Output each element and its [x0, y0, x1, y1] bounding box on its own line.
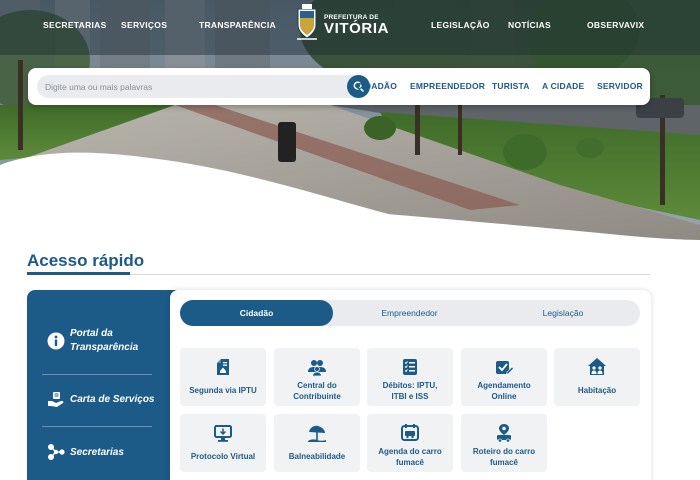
- tile-label: Roteiro do carro: [472, 447, 536, 456]
- profile-link-empreendedor[interactable]: EMPREENDEDOR: [410, 81, 485, 91]
- sidebar-divider: [42, 426, 152, 427]
- tile-agendamento-online[interactable]: Agendamento Online: [461, 348, 547, 406]
- search-bar: CIDADÃO EMPREENDEDOR TURISTA A CIDADE SE…: [28, 68, 650, 105]
- profile-tabs: Cidadão Empreendedor Legislação: [180, 300, 640, 326]
- top-navigation: SECRETARIAS SERVIÇOS TRANSPARÊNCIA PREFE…: [0, 0, 700, 52]
- tile-label: Segunda via IPTU: [189, 386, 257, 395]
- sidebar-divider: [42, 374, 152, 375]
- tile-label: Agenda do carro: [378, 447, 442, 456]
- van-calendar-icon: [401, 424, 419, 441]
- sidebar-item-label: Portal da: [70, 328, 113, 339]
- nav-secretarias[interactable]: SECRETARIAS: [43, 20, 107, 30]
- checklist-icon: [403, 359, 417, 375]
- quick-links-sidebar: Portal da Transparência Carta de Serviço…: [27, 290, 187, 480]
- prefeitura-logo[interactable]: PREFEITURA DE VITÓRIA: [294, 3, 388, 43]
- profile-link-servidor[interactable]: SERVIDOR: [597, 81, 643, 91]
- tile-label: Balneabilidade: [288, 452, 346, 461]
- tile-label: Protocolo Virtual: [190, 452, 256, 461]
- profile-link-cidadao[interactable]: CIDADÃO: [356, 81, 397, 91]
- tile-debitos[interactable]: Débitos: IPTU, ITBI e ISS: [367, 348, 453, 406]
- tab-cidadao[interactable]: Cidadão: [180, 300, 333, 326]
- hero-banner: SECRETARIAS SERVIÇOS TRANSPARÊNCIA PREFE…: [0, 0, 700, 245]
- tab-legislacao[interactable]: Legislação: [486, 300, 640, 326]
- logo-title: VITÓRIA: [324, 20, 390, 37]
- tile-habitacao[interactable]: Habitação: [554, 348, 640, 406]
- profile-link-turista[interactable]: TURISTA: [492, 81, 530, 91]
- van-location-icon: [497, 424, 511, 443]
- tile-label-2: Online: [491, 392, 517, 401]
- sidebar-item-label: Secretarias: [70, 447, 124, 458]
- nav-legislacao[interactable]: LEGISLAÇÃO: [431, 20, 490, 30]
- tile-protocolo-virtual[interactable]: Protocolo Virtual: [180, 414, 266, 472]
- network-icon: [48, 444, 65, 460]
- nav-noticias[interactable]: NOTÍCIAS: [508, 20, 551, 30]
- page: SECRETARIAS SERVIÇOS TRANSPARÊNCIA PREFE…: [0, 0, 700, 480]
- coat-of-arms-icon: [297, 4, 317, 40]
- tile-roteiro-carro-fumace[interactable]: Roteiro do carro fumacê: [461, 414, 547, 472]
- sidebar-item-secretarias[interactable]: Secretarias: [27, 443, 182, 463]
- tile-label: Agendamento: [477, 381, 531, 390]
- tile-agenda-carro-fumace[interactable]: Agenda do carro fumacê: [367, 414, 453, 472]
- info-icon: [47, 332, 65, 350]
- tile-label: Habitação: [577, 386, 617, 395]
- tile-label-2: fumacê: [489, 458, 518, 467]
- nav-observavix[interactable]: OBSERVAVIX: [587, 20, 644, 30]
- tab-empreendedor[interactable]: Empreendedor: [333, 300, 486, 326]
- tile-label: Central do: [297, 381, 337, 390]
- tile-balneabilidade[interactable]: Balneabilidade: [274, 414, 360, 472]
- beach-umbrella-icon: [308, 425, 326, 442]
- people-icon: [308, 360, 326, 377]
- hand-service-icon: [48, 392, 64, 407]
- section-title: Acesso rápido: [27, 251, 145, 270]
- monitor-icon: [214, 425, 232, 442]
- tile-label: Débitos: IPTU,: [382, 381, 438, 390]
- search-field: [37, 75, 370, 98]
- sidebar-item-portal-transparencia[interactable]: Portal da Transparência: [27, 327, 182, 357]
- tile-central-contribuinte[interactable]: Central do Contribuinte: [274, 348, 360, 406]
- sidebar-item-label-2: Transparência: [70, 342, 139, 353]
- profile-link-a-cidade[interactable]: A CIDADE: [542, 81, 584, 91]
- tile-label-2: ITBI e ISS: [391, 392, 429, 401]
- tile-label-2: Contribuinte: [293, 392, 341, 401]
- document-house-icon: [217, 359, 229, 375]
- nav-transparencia[interactable]: TRANSPARÊNCIA: [199, 20, 276, 30]
- quick-access-panel: Cidadão Empreendedor Legislação Segunda …: [170, 290, 651, 480]
- search-input[interactable]: [45, 75, 315, 98]
- nav-servicos[interactable]: SERVIÇOS: [121, 20, 167, 30]
- sidebar-item-carta-servicos[interactable]: Carta de Serviços: [27, 390, 182, 410]
- house-people-icon: [588, 358, 606, 375]
- tile-label-2: fumacê: [395, 458, 424, 467]
- title-underline: [27, 272, 130, 275]
- calendar-check-icon: [496, 361, 514, 375]
- sidebar-item-label: Carta de Serviços: [70, 394, 155, 405]
- tile-segunda-via-iptu[interactable]: Segunda via IPTU: [180, 348, 266, 406]
